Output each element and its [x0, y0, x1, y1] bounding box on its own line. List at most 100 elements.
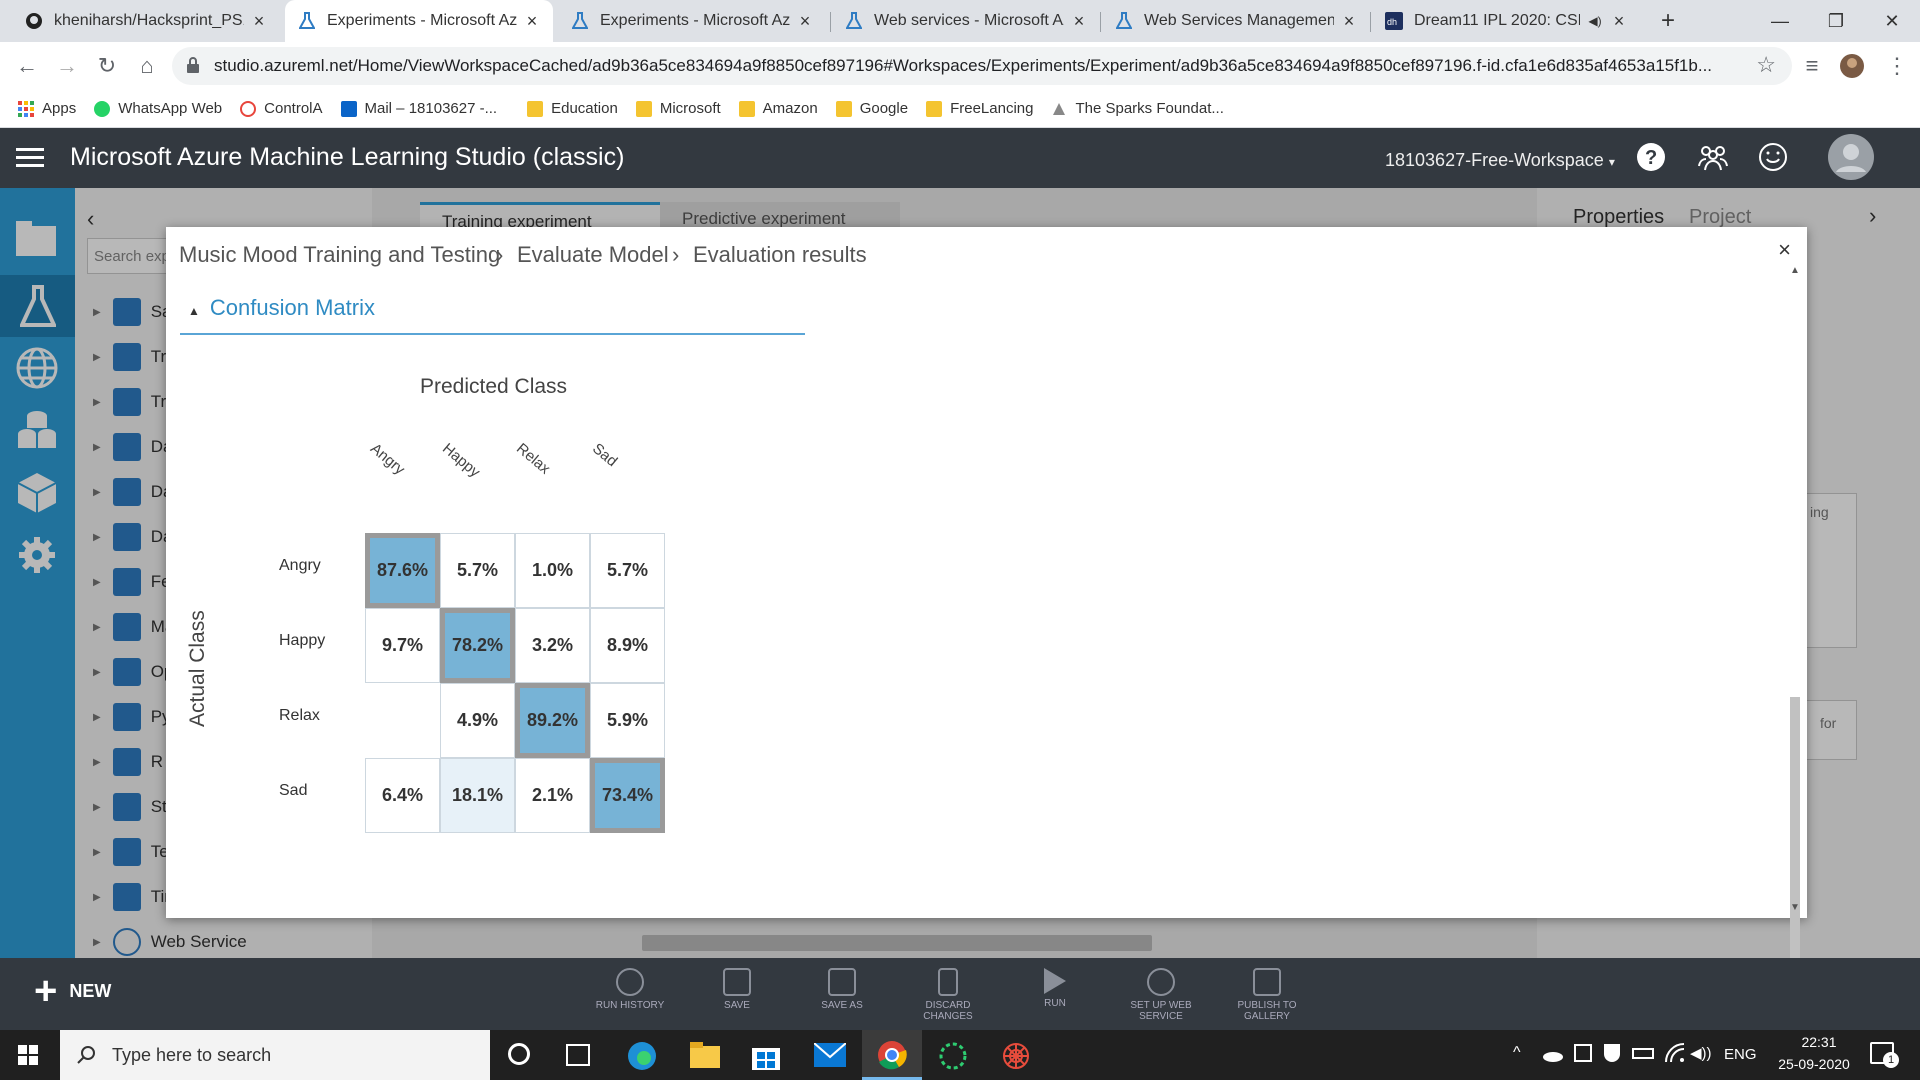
matrix-cell: 4.9% [440, 683, 515, 758]
bookmark-star-icon[interactable]: ☆ [1756, 52, 1776, 78]
user-avatar[interactable] [1828, 134, 1874, 180]
wifi-icon[interactable] [1664, 1042, 1686, 1064]
publish-to-gallery-button[interactable]: PUBLISH TO GALLERY [1222, 968, 1312, 1022]
mail-icon[interactable] [814, 1043, 846, 1067]
save-button[interactable]: SAVE [692, 968, 782, 1011]
bookmark-freelancing[interactable]: FreeLancing [926, 100, 1033, 117]
chrome-taskbar-button[interactable] [862, 1030, 922, 1080]
bookmark-label: Apps [42, 100, 77, 117]
bookmark-controla[interactable]: ControlA [240, 100, 323, 117]
flask-icon [1114, 11, 1134, 31]
row-label: Angry [279, 557, 321, 574]
taskbar-search-placeholder: Type here to search [112, 1044, 272, 1065]
controla-icon [240, 100, 257, 117]
close-tab-icon[interactable]: × [796, 11, 814, 32]
bookmark-education[interactable]: Education [527, 100, 618, 117]
flask-icon [570, 11, 590, 31]
bookmark-mail[interactable]: Mail – 18103627 -... [340, 100, 497, 117]
flask-icon [297, 11, 317, 31]
browser-tab[interactable]: dh Dream11 IPL 2020: CSK v ◀) × [1372, 0, 1640, 42]
folder-icon [738, 100, 755, 117]
apps-grid-icon [18, 100, 34, 117]
evaluation-results-dialog: × Music Mood Training and Testing › Eval… [166, 227, 1807, 1077]
matrix-cell: 87.6% [365, 533, 440, 608]
shield-icon[interactable] [1604, 1044, 1620, 1062]
close-tab-icon[interactable]: × [1070, 11, 1088, 32]
tray-chevron-icon[interactable]: ^ [1513, 1044, 1521, 1062]
bookmark-whatsapp[interactable]: WhatsApp Web [94, 100, 222, 117]
tab-divider [1370, 12, 1371, 32]
run-button[interactable]: RUN [1010, 968, 1100, 1009]
close-tab-icon[interactable]: × [1610, 11, 1628, 32]
minimize-icon[interactable]: — [1752, 0, 1808, 42]
breadcrumb-experiment[interactable]: Music Mood Training and Testing [179, 242, 500, 268]
scroll-up-icon[interactable]: ▲ [1788, 265, 1802, 276]
url-field[interactable]: studio.azureml.net/Home/ViewWorkspaceCac… [172, 47, 1792, 85]
confusion-matrix-toggle[interactable]: ▲ Confusion Matrix [188, 295, 375, 321]
close-tab-icon[interactable]: × [250, 11, 268, 32]
bookmark-apps[interactable]: Apps [18, 100, 76, 117]
bookmark-label: Education [551, 100, 618, 117]
close-window-icon[interactable]: ✕ [1864, 0, 1920, 42]
security-icon[interactable] [1574, 1044, 1592, 1062]
help-icon[interactable]: ? [1636, 142, 1666, 172]
menu-dots-icon[interactable]: ⋮ [1880, 50, 1914, 82]
forward-icon[interactable]: → [50, 50, 84, 82]
task-view-icon[interactable] [566, 1044, 590, 1066]
cortana-icon[interactable] [508, 1043, 530, 1065]
svg-text:?: ? [1645, 147, 1657, 169]
loading-ring-icon[interactable] [938, 1041, 968, 1071]
store-icon[interactable] [752, 1040, 780, 1070]
dialog-vertical-scrollbar[interactable]: ▲ ▼ [1788, 265, 1802, 1077]
profile-avatar[interactable] [1835, 50, 1869, 82]
clock-icon [616, 968, 644, 996]
file-explorer-icon[interactable] [690, 1042, 720, 1068]
reload-icon[interactable]: ↻ [90, 50, 124, 82]
matrix-cell: 9.7% [365, 608, 440, 683]
browser-tab[interactable]: kheniharsh/Hacksprint_PS14_ × [12, 0, 280, 42]
bookmark-amazon[interactable]: Amazon [738, 100, 818, 117]
edge-icon[interactable] [627, 1041, 657, 1071]
bookmark-google[interactable]: Google [835, 100, 908, 117]
workspace-selector[interactable]: 18103627-Free-Workspace ▾ [1385, 150, 1615, 171]
battery-icon[interactable] [1632, 1048, 1654, 1059]
close-dialog-icon[interactable]: × [1778, 237, 1791, 263]
discard-changes-button[interactable]: DISCARD CHANGES [903, 968, 993, 1022]
tab-title: Web Services Management [1144, 12, 1334, 29]
clock-date[interactable]: 25-09-2020 [1770, 1056, 1858, 1072]
actual-class-label: Actual Class [186, 610, 209, 727]
browser-tab-active[interactable]: Experiments - Microsoft Azur × [285, 0, 553, 42]
new-button[interactable]: + NEW [34, 969, 111, 1013]
plus-icon: + [34, 969, 58, 1013]
home-icon[interactable]: ⌂ [130, 50, 164, 82]
reading-list-icon[interactable]: ≡ [1795, 50, 1829, 82]
close-tab-icon[interactable]: × [523, 11, 541, 32]
save-as-button[interactable]: SAVE AS [797, 968, 887, 1011]
browser-tab[interactable]: Web Services Management × [1102, 0, 1370, 42]
setup-web-service-button[interactable]: SET UP WEB SERVICE [1116, 968, 1206, 1022]
community-icon[interactable] [1697, 142, 1729, 172]
bookmarks-bar: Apps WhatsApp Web ControlA Mail – 181036… [0, 90, 1920, 128]
bookmark-microsoft[interactable]: Microsoft [635, 100, 721, 117]
notification-center-icon[interactable]: 1 [1870, 1042, 1899, 1068]
clock-time[interactable]: 22:31 [1789, 1034, 1849, 1050]
run-history-button[interactable]: RUN HISTORY [585, 968, 675, 1011]
new-tab-button[interactable]: + [1648, 0, 1688, 42]
taskbar-search-box[interactable]: Type here to search [60, 1030, 490, 1080]
spider-web-icon[interactable] [1001, 1041, 1031, 1071]
language-indicator[interactable]: ENG [1724, 1046, 1757, 1063]
feedback-smiley-icon[interactable] [1758, 142, 1788, 172]
windows-start-icon[interactable] [18, 1045, 38, 1065]
restore-icon[interactable]: ❐ [1808, 0, 1864, 42]
back-icon[interactable]: ← [10, 50, 44, 82]
browser-tab[interactable]: Experiments - Microsoft Azur × [558, 0, 826, 42]
speaker-icon[interactable]: ◀) [1586, 14, 1604, 28]
close-tab-icon[interactable]: × [1340, 11, 1358, 32]
hamburger-menu-icon[interactable] [16, 148, 44, 168]
scroll-down-icon[interactable]: ▼ [1788, 902, 1802, 913]
breadcrumb-module[interactable]: Evaluate Model [517, 242, 669, 268]
onedrive-icon[interactable] [1541, 1048, 1563, 1062]
bookmark-sparks[interactable]: The Sparks Foundat... [1051, 100, 1224, 117]
volume-icon[interactable]: ◀)) [1690, 1044, 1712, 1062]
browser-tab[interactable]: Web services - Microsoft Azu × [832, 0, 1100, 42]
